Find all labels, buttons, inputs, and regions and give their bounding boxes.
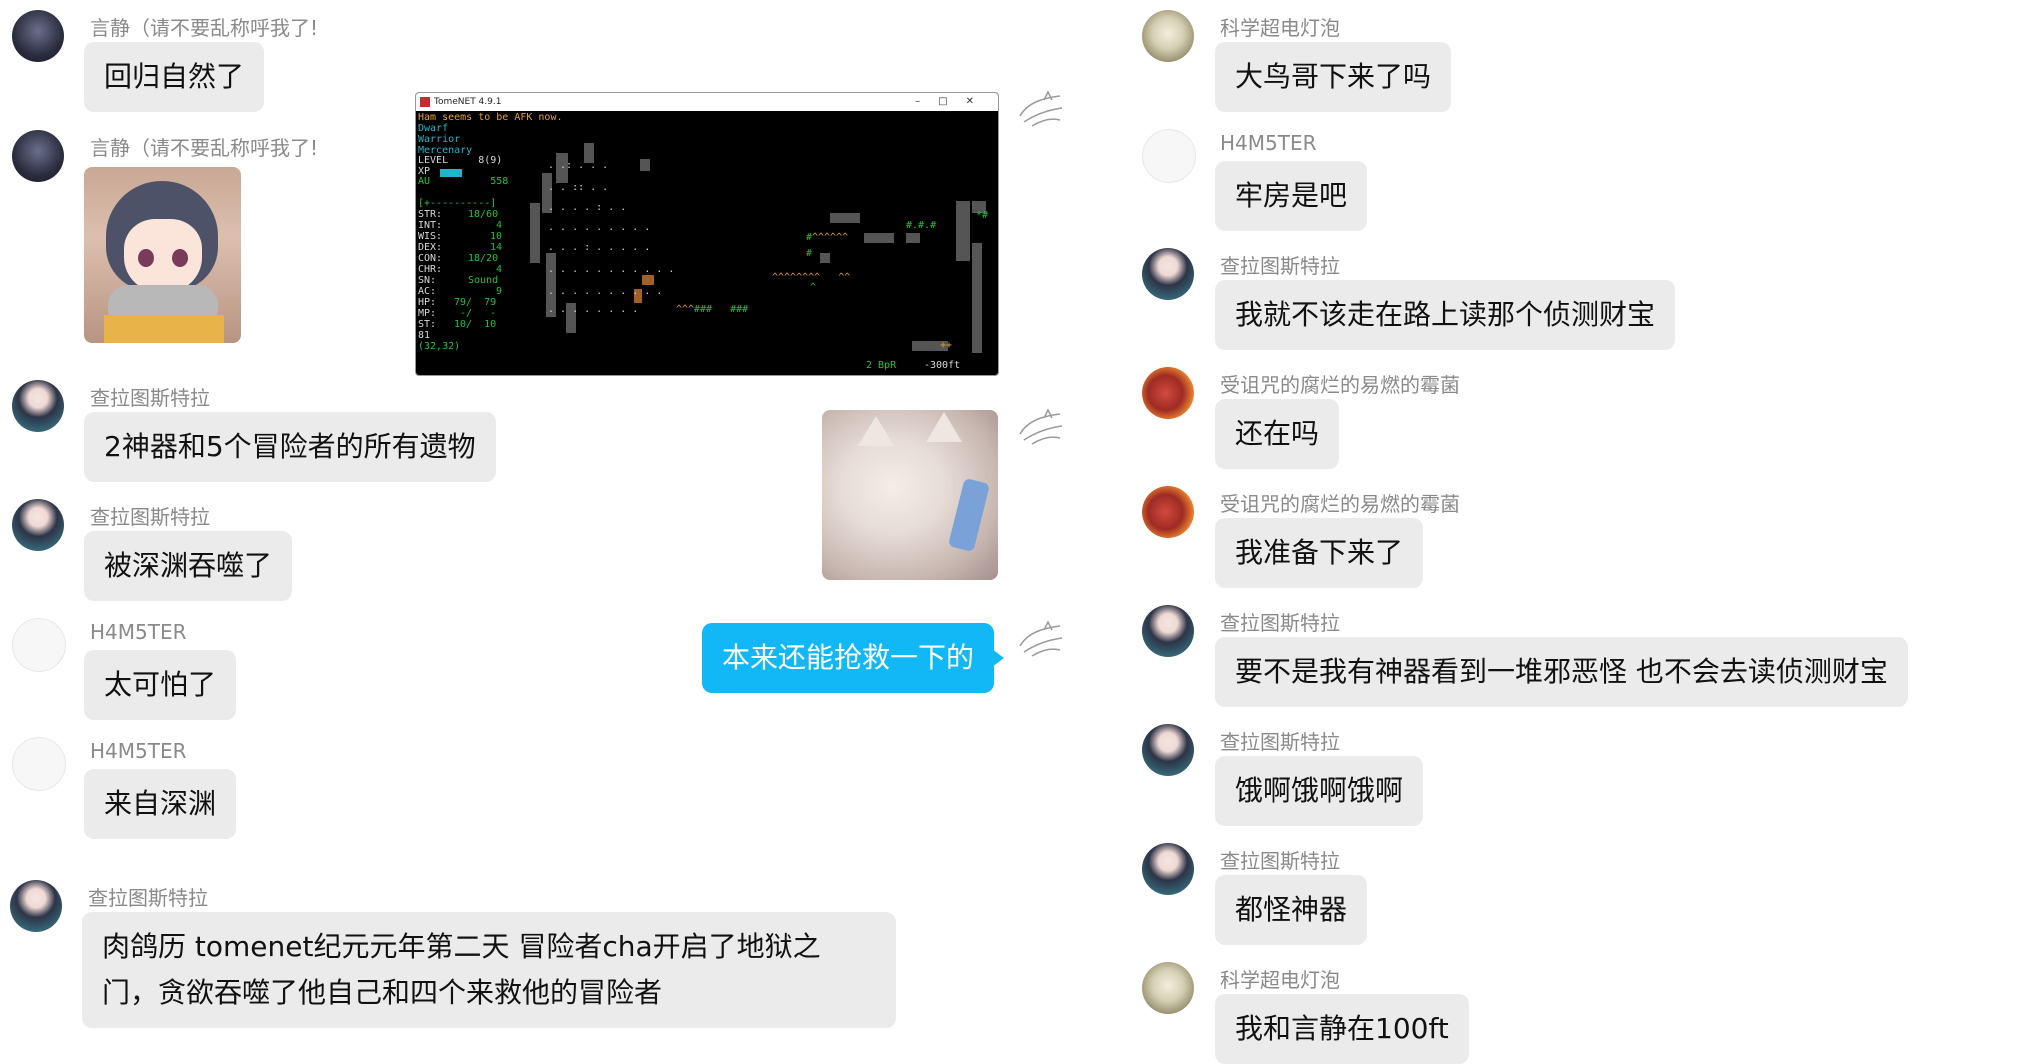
stat-label: MP: <box>418 308 437 319</box>
au-line: AU 558 <box>418 176 509 187</box>
stat-label: STR: <box>418 209 443 220</box>
bpr-line: 2 BpR <box>866 360 897 371</box>
status-line: Ham seems to be AFK now. <box>418 112 563 123</box>
sketch-dragon-avatar[interactable] <box>1014 616 1066 668</box>
bulb-avatar[interactable] <box>1142 10 1194 62</box>
message-bubble[interactable]: 太可怕了 <box>84 650 237 720</box>
teal-hair-avatar[interactable] <box>12 380 64 432</box>
depth-line: -300ft <box>924 360 961 371</box>
anime-girl-scarf-sticker[interactable] <box>84 167 241 343</box>
sketch-avatar[interactable] <box>12 737 66 791</box>
stat-label: ST: <box>418 319 437 330</box>
red-demon-avatar[interactable] <box>1142 367 1194 419</box>
sender-name: 受诅咒的腐烂的易燃的霉菌 <box>1220 373 1460 397</box>
level-line: LEVEL 8(9) <box>418 155 503 166</box>
message-bubble[interactable]: 我准备下来了 <box>1215 518 1424 588</box>
race-line: Dwarf <box>418 123 449 134</box>
sender-name: H4M5TER <box>90 739 187 763</box>
sender-name: 查拉图斯特拉 <box>1220 254 1340 278</box>
window-title: TomeNET 4.9.1 <box>434 97 502 107</box>
sender-name: 查拉图斯特拉 <box>88 886 208 910</box>
teal-hair-avatar[interactable] <box>1142 605 1194 657</box>
app-icon <box>420 97 430 107</box>
stat-label: DEX: <box>418 242 443 253</box>
tomenet-screenshot[interactable]: TomeNET 4.9.1 –□✕ Ham seems to be AFK no… <box>415 92 999 376</box>
stat-value: 79/ 79 <box>454 297 497 308</box>
message-bubble[interactable]: 大鸟哥下来了吗 <box>1215 42 1452 112</box>
sender-name: H4M5TER <box>90 620 187 644</box>
stat-value: -/ - <box>460 308 497 319</box>
teal-hair-avatar[interactable] <box>12 499 64 551</box>
stat-label: CHR: <box>418 264 443 275</box>
cat-phone-sticker[interactable] <box>822 410 998 580</box>
sender-name: 言静（请不要乱称呼我了! <box>90 136 319 160</box>
message-bubble[interactable]: 被深渊吞噬了 <box>84 531 293 601</box>
message-bubble[interactable]: 饿啊饿啊饿啊 <box>1215 756 1424 826</box>
sender-name: 查拉图斯特拉 <box>1220 730 1340 754</box>
sender-name: 查拉图斯特拉 <box>90 386 210 410</box>
coords-line: (32,32) <box>418 341 461 352</box>
sender-name: 查拉图斯特拉 <box>90 505 210 529</box>
stat-value: 14 <box>490 242 503 253</box>
sketch-avatar[interactable] <box>12 618 66 672</box>
sender-name: 受诅咒的腐烂的易燃的霉菌 <box>1220 492 1460 516</box>
stat-label: CON: <box>418 253 443 264</box>
red-demon-avatar[interactable] <box>1142 486 1194 538</box>
stat-value: 18/60 <box>468 209 499 220</box>
stat-value: 4 <box>496 220 503 231</box>
stat-value: 9 <box>496 286 503 297</box>
stat-value: 10/ 10 <box>454 319 497 330</box>
sketch-dragon-avatar[interactable] <box>1014 86 1066 138</box>
sender-name: 科学超电灯泡 <box>1220 16 1340 40</box>
terminal-titlebar: TomeNET 4.9.1 –□✕ <box>416 93 998 111</box>
extra-line: 81 <box>418 330 431 341</box>
dark-portrait-avatar[interactable] <box>12 10 64 62</box>
teal-hair-avatar[interactable] <box>1142 248 1194 300</box>
stat-label: INT: <box>418 220 443 231</box>
message-bubble[interactable]: 2神器和5个冒险者的所有遗物 <box>84 412 496 482</box>
hp-gauge: [+----------] <box>418 198 497 209</box>
sender-name: 科学超电灯泡 <box>1220 968 1340 992</box>
stat-value: Sound <box>468 275 499 286</box>
stat-value: 10 <box>490 231 503 242</box>
message-bubble[interactable]: 来自深渊 <box>84 769 237 839</box>
message-bubble[interactable]: 我和言静在100ft <box>1215 994 1469 1064</box>
message-bubble[interactable]: 牢房是吧 <box>1215 161 1368 231</box>
message-bubble[interactable]: 要不是我有神器看到一堆邪恶怪 也不会去读侦测财宝 <box>1215 637 1908 707</box>
sender-name: H4M5TER <box>1220 131 1317 155</box>
message-bubble[interactable]: 回归自然了 <box>84 42 265 112</box>
message-bubble[interactable]: 我就不该走在路上读那个侦测财宝 <box>1215 280 1676 350</box>
stat-value: 18/20 <box>468 253 499 264</box>
stat-label: SN: <box>418 275 437 286</box>
bulb-avatar[interactable] <box>1142 962 1194 1014</box>
message-bubble[interactable]: 还在吗 <box>1215 399 1340 469</box>
sender-name: 言静（请不要乱称呼我了! <box>90 16 319 40</box>
self-message-bubble[interactable]: 本来还能抢救一下的 <box>702 623 1005 693</box>
message-bubble[interactable]: 都怪神器 <box>1215 875 1368 945</box>
stat-label: AC: <box>418 286 437 297</box>
teal-hair-avatar[interactable] <box>1142 843 1194 895</box>
teal-hair-avatar[interactable] <box>10 880 62 932</box>
message-bubble[interactable]: 肉鸽历 tomenet纪元元年第二天 冒险者cha开启了地狱之门，贪欲吞噬了他自… <box>82 912 896 1028</box>
stat-label: HP: <box>418 297 437 308</box>
sketch-dragon-avatar[interactable] <box>1014 404 1066 456</box>
teal-hair-avatar[interactable] <box>1142 724 1194 776</box>
stat-label: WIS: <box>418 231 443 242</box>
stat-value: 4 <box>496 264 503 275</box>
sketch-avatar[interactable] <box>1142 129 1196 183</box>
class-line: Warrior <box>418 134 461 145</box>
window-controls-icon: –□✕ <box>915 96 992 107</box>
dark-portrait-avatar[interactable] <box>12 130 64 182</box>
sender-name: 查拉图斯特拉 <box>1220 611 1340 635</box>
sender-name: 查拉图斯特拉 <box>1220 849 1340 873</box>
